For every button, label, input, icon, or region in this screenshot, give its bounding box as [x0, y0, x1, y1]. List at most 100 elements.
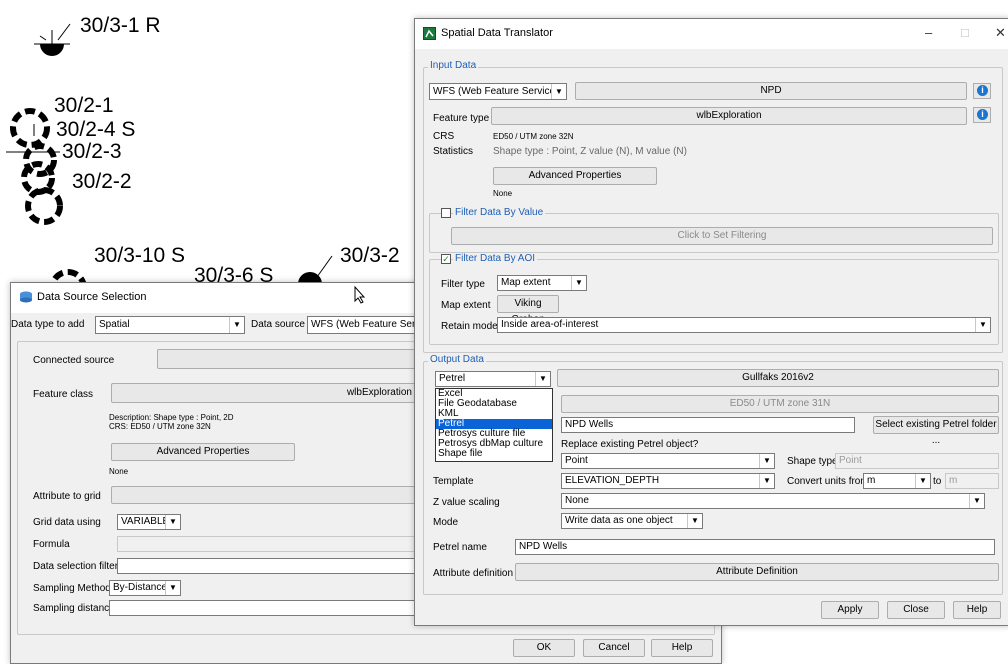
connected-source-button[interactable] [157, 349, 417, 369]
chevron-down-icon: ▼ [759, 474, 774, 488]
cancel-button[interactable]: Cancel [583, 639, 645, 657]
well-label: 30/3-1 R [80, 14, 161, 37]
connected-source-label: Connected source [33, 355, 115, 366]
data-source-label: Data source [251, 319, 305, 330]
template-select[interactable]: ELEVATION_DEPTH ▼ [561, 473, 775, 489]
mouse-cursor-icon [354, 286, 366, 304]
project-button[interactable]: Gullfaks 2016v2 [557, 369, 999, 387]
output-data-group-label: Output Data [428, 354, 486, 365]
feature-type-label: Feature type [433, 113, 490, 124]
convert-from-select[interactable]: m ▼ [863, 473, 931, 489]
crs-label: CRS [433, 131, 455, 142]
sampling-method-select[interactable]: By-Distance ▼ [109, 580, 181, 596]
feature-class-button[interactable]: wlbExploration [111, 383, 417, 403]
output-name-input[interactable]: NPD Wells [561, 417, 855, 433]
output-crs-button[interactable]: ED50 / UTM zone 31N [561, 395, 999, 413]
well-label: 30/2-4 S [56, 118, 136, 141]
formula-label: Formula [33, 539, 70, 550]
filter-by-aoi-checkbox[interactable]: ✓ [441, 254, 451, 264]
chevron-down-icon: ▼ [915, 474, 930, 488]
retain-mode-select[interactable]: Inside area-of-interest ▼ [497, 317, 991, 333]
attribute-definition-label: Attribute definition [433, 568, 514, 579]
replace-object-label: Replace existing Petrel object? [561, 439, 699, 450]
shape-type-field[interactable]: Point [835, 453, 999, 469]
filter-type-select[interactable]: Map extent ▼ [497, 275, 587, 291]
mode-label: Mode [433, 517, 459, 528]
z-scaling-select[interactable]: None ▼ [561, 493, 985, 509]
retain-mode-label: Retain mode [441, 321, 498, 332]
chevron-down-icon: ▼ [687, 514, 702, 528]
filter-by-value-checkbox[interactable] [441, 208, 451, 218]
grid-data-label: Grid data using [33, 517, 101, 528]
chevron-down-icon: ▼ [975, 318, 990, 332]
click-to-set-filtering-button[interactable]: Click to Set Filtering [451, 227, 993, 245]
ok-button[interactable]: OK [513, 639, 575, 657]
none-text: None [493, 189, 513, 198]
well-symbol-30-3-1-r [34, 23, 71, 56]
petrel-name-input[interactable]: NPD Wells [515, 539, 995, 555]
output-format-select[interactable]: Petrel ▼ [435, 371, 551, 387]
filter-type-label: Filter type [441, 279, 485, 290]
database-icon [19, 291, 33, 303]
formula-input[interactable] [117, 536, 417, 552]
maximize-icon[interactable]: □ [961, 25, 969, 40]
help-button[interactable]: Help [651, 639, 713, 657]
apply-button[interactable]: Apply [821, 601, 879, 619]
window-title: Spatial Data Translator [441, 27, 553, 39]
mode-select[interactable]: Write data as one object ▼ [561, 513, 703, 529]
dropdown-option[interactable]: Shape file [436, 449, 552, 459]
chevron-down-icon: ▼ [535, 372, 550, 386]
well-label: 30/3-6 S [194, 264, 274, 282]
to-label: to [933, 476, 942, 487]
z-scaling-label: Z value scaling [433, 497, 500, 508]
chevron-down-icon: ▼ [759, 454, 774, 468]
close-icon[interactable]: ✕ [995, 25, 1006, 41]
npd-button[interactable]: NPD [575, 82, 967, 100]
data-type-select[interactable]: Spatial ▼ [95, 316, 245, 334]
service-select[interactable]: WFS (Web Feature Service) ▼ [429, 83, 567, 100]
advanced-properties-button[interactable]: Advanced Properties [493, 167, 657, 185]
help-button[interactable]: Help [953, 601, 1001, 619]
sampling-method-label: Sampling Method [33, 583, 111, 594]
petrel-name-label: Petrel name [433, 542, 487, 553]
crs-text: CRS: ED50 / UTM zone 32N [109, 422, 211, 431]
map-extent-button[interactable]: Viking Graben [497, 295, 559, 325]
data-selection-filter-input[interactable] [117, 558, 417, 574]
description-text: Description: Shape type : Point, 2D [109, 413, 234, 422]
input-data-group-label: Input Data [428, 60, 479, 71]
filter-by-aoi-label: Filter Data By AOI [453, 253, 538, 264]
data-source-select[interactable]: WFS (Web Feature Service) [307, 316, 417, 334]
attribute-to-grid-button[interactable] [111, 486, 417, 504]
grid-data-select[interactable]: VARIABLE ▼ [117, 514, 181, 530]
well-label: 30/2-2 [72, 170, 132, 193]
geometry-select[interactable]: Point ▼ [561, 453, 775, 469]
minimize-icon[interactable]: – [925, 25, 932, 40]
attribute-definition-button[interactable]: Attribute Definition [515, 563, 999, 581]
well-label: 30/3-10 S [94, 244, 186, 267]
convert-units-label: Convert units from [787, 476, 869, 487]
output-format-dropdown[interactable]: Excel File Geodatabase KML Petrel Petros… [435, 388, 553, 462]
chevron-down-icon: ▼ [165, 515, 180, 529]
filter-by-value-label: Filter Data By Value [453, 207, 546, 218]
well-label: 30/2-1 [54, 94, 114, 117]
attribute-to-grid-label: Attribute to grid [33, 491, 101, 502]
convert-to-field[interactable]: m [945, 473, 999, 489]
chevron-down-icon: ▼ [551, 84, 566, 99]
info-icon[interactable]: i [973, 107, 991, 123]
chevron-down-icon: ▼ [229, 317, 244, 333]
chevron-down-icon: ▼ [969, 494, 984, 508]
advanced-properties-button[interactable]: Advanced Properties [111, 443, 295, 461]
crs-value: ED50 / UTM zone 32N [493, 132, 574, 141]
app-icon [423, 27, 436, 40]
select-petrel-folder-button[interactable]: Select existing Petrel folder ... [873, 416, 999, 446]
info-icon[interactable]: i [973, 83, 991, 99]
sampling-distance-input[interactable] [109, 600, 417, 616]
spatial-data-translator-window: Spatial Data Translator – □ ✕ Input Data… [414, 18, 1008, 626]
feature-class-label: Feature class [33, 389, 94, 400]
none-text: None [109, 467, 129, 476]
statistics-label: Statistics [433, 146, 474, 157]
chevron-down-icon: ▼ [571, 276, 586, 290]
map-extent-label: Map extent [441, 300, 491, 311]
close-button[interactable]: Close [887, 601, 945, 619]
feature-type-button[interactable]: wlbExploration [491, 107, 967, 125]
